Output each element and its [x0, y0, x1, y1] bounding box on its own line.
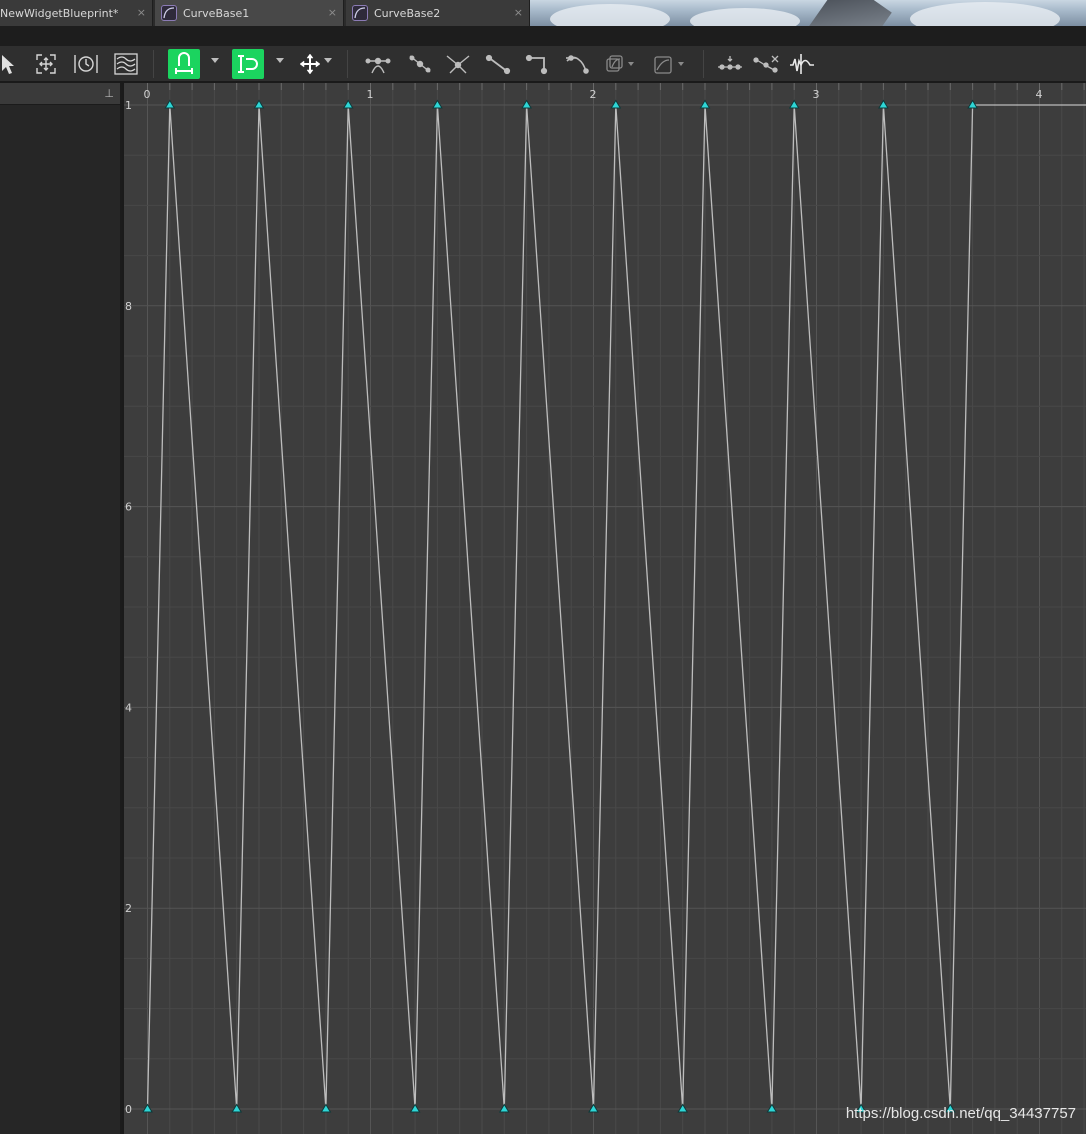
- flatten-tangents-icon[interactable]: [364, 49, 392, 79]
- post-infinity-icon[interactable]: [652, 49, 688, 79]
- linear-icon[interactable]: [484, 49, 512, 79]
- curve-key[interactable]: [878, 99, 889, 109]
- curve-key[interactable]: [788, 99, 800, 109]
- x-tick-label: 4: [1036, 88, 1043, 101]
- background-image: [530, 0, 1086, 26]
- y-tick-label: 0.2: [124, 902, 132, 915]
- time-sync-icon[interactable]: [73, 49, 99, 79]
- panel-header: ⊥: [0, 83, 120, 105]
- curve-key[interactable]: [699, 99, 711, 109]
- x-tick-label: 1: [367, 88, 374, 101]
- snap-time-icon[interactable]: [168, 49, 200, 79]
- y-tick-label: 0.8: [124, 300, 132, 313]
- toolbar-separator: [347, 50, 348, 78]
- tab-newwidgetblueprint[interactable]: NewWidgetBlueprint* ×: [0, 0, 153, 26]
- snap-value-icon[interactable]: [232, 49, 264, 79]
- tab-label: CurveBase1: [183, 6, 250, 20]
- curve-key[interactable]: [231, 1103, 243, 1113]
- x-tick-label: 2: [590, 88, 597, 101]
- stacked-curves-icon[interactable]: [113, 49, 139, 79]
- select-arrow-icon[interactable]: [0, 49, 18, 79]
- curve-key[interactable]: [409, 1103, 421, 1113]
- curve-asset-icon: [161, 5, 177, 21]
- close-icon[interactable]: ×: [137, 6, 146, 19]
- curve-key[interactable]: [588, 1103, 599, 1113]
- curve-key[interactable]: [967, 99, 978, 109]
- curve-key[interactable]: [610, 99, 622, 109]
- x-tick-label: 0: [144, 88, 151, 101]
- menu-strip: [0, 26, 1086, 46]
- key-filter-icon[interactable]: [752, 49, 780, 79]
- y-tick-label: 1: [125, 99, 132, 112]
- curve-toolbar: [0, 46, 1086, 82]
- tab-bar: NewWidgetBlueprint* × CurveBase1 × Curve…: [0, 0, 1086, 26]
- chevron-down-icon[interactable]: [211, 58, 219, 63]
- transform-move-icon[interactable]: [298, 49, 322, 79]
- curve-key[interactable]: [432, 99, 443, 109]
- tab-curvebase1[interactable]: CurveBase1 ×: [155, 0, 344, 26]
- y-tick-label: 0.4: [124, 701, 132, 714]
- curve-graph[interactable]: 0123400.20.40.60.81 https://blog.csdn.ne…: [124, 83, 1086, 1134]
- tab-label: NewWidgetBlueprint*: [0, 6, 119, 20]
- curve-key[interactable]: [342, 99, 354, 109]
- curve-key[interactable]: [498, 1103, 510, 1113]
- curve-key[interactable]: [766, 1103, 778, 1113]
- curve-key[interactable]: [253, 99, 265, 109]
- euler-filter-icon[interactable]: [788, 49, 816, 79]
- chevron-down-icon[interactable]: [276, 58, 284, 63]
- watermark: https://blog.csdn.net/qq_34437757: [845, 1105, 1076, 1122]
- curve-key[interactable]: [164, 99, 176, 109]
- constant-icon[interactable]: [524, 49, 552, 79]
- y-tick-label: 0: [125, 1103, 132, 1116]
- key-reduce-icon[interactable]: [716, 49, 744, 79]
- straighten-tangents-icon[interactable]: [406, 49, 434, 79]
- curve-key[interactable]: [677, 1103, 689, 1113]
- curve-chart[interactable]: 0123400.20.40.60.81: [124, 83, 1086, 1134]
- pre-infinity-icon[interactable]: [604, 49, 634, 79]
- auto-tangent-icon[interactable]: [444, 49, 472, 79]
- toolbar-separator: [153, 50, 154, 78]
- curve-key[interactable]: [142, 1103, 153, 1113]
- y-tick-label: 0.6: [124, 501, 132, 514]
- frame-fit-icon[interactable]: [34, 49, 58, 79]
- curve-key[interactable]: [320, 1103, 332, 1113]
- x-tick-label: 3: [813, 88, 820, 101]
- curve-key[interactable]: [521, 99, 532, 109]
- close-icon[interactable]: ×: [514, 6, 523, 19]
- tab-curvebase2[interactable]: CurveBase2 ×: [346, 0, 530, 26]
- toolbar-separator: [703, 50, 704, 78]
- tab-label: CurveBase2: [374, 6, 441, 20]
- pin-icon[interactable]: ⊥: [104, 87, 114, 100]
- curve-list-panel: ⊥: [0, 83, 122, 1134]
- curve-asset-icon: [352, 5, 368, 21]
- close-icon[interactable]: ×: [328, 6, 337, 19]
- cubic-icon[interactable]: [564, 49, 592, 79]
- chevron-down-icon[interactable]: [324, 58, 332, 63]
